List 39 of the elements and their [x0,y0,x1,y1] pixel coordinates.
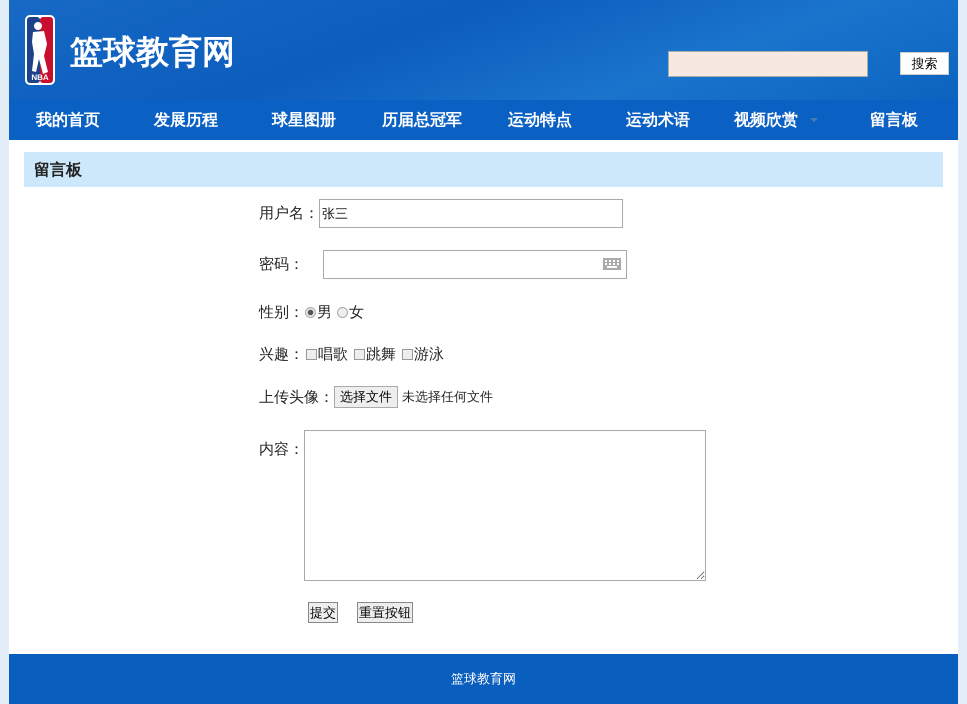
radio-button[interactable] [337,306,348,318]
search-field[interactable] [668,51,868,77]
checkbox[interactable] [354,348,365,360]
username-label: 用户名： [259,204,319,223]
content-label: 内容： [259,440,304,459]
radio-button[interactable] [305,306,316,318]
checkbox[interactable] [306,348,317,360]
footer-text: 篮球教育网 [451,670,516,688]
logo-icon: NBA [24,14,56,86]
password-label: 密码： [259,254,305,274]
nav-link[interactable]: 我的首页 [9,110,127,130]
nav-link[interactable]: 历届总冠军 [363,110,481,130]
form-button[interactable]: 提交 [308,602,338,623]
avatar-label: 上传头像： [259,388,334,406]
nav-link[interactable]: 运动术语 [599,110,717,130]
caret-icon [810,118,818,122]
checkbox-label[interactable]: 跳舞 [366,344,396,364]
keyboard-icon [603,258,621,270]
checkbox[interactable] [402,348,413,360]
hobby-label: 兴趣： [259,344,304,364]
radio-label[interactable]: 男 [317,302,332,322]
nav-link[interactable]: 球星图册 [245,110,363,130]
content-field[interactable] [304,430,706,581]
checkbox-label[interactable]: 唱歌 [318,344,348,364]
nav-link[interactable]: 视频欣赏 [717,110,835,130]
form-button[interactable]: 重置按钮 [357,602,413,623]
site-title: 篮球教育网 [70,31,235,73]
nav-link[interactable]: 留言板 [835,110,953,130]
file-status: 未选择任何文件 [402,389,493,406]
password-field[interactable] [323,250,627,278]
checkbox-label[interactable]: 游泳 [414,344,444,364]
section-title: 留言板 [24,152,943,187]
radio-label[interactable]: 女 [349,302,364,322]
search-button[interactable]: 搜索 [900,52,949,75]
nav-link[interactable]: 发展历程 [127,110,245,130]
choose-file-button[interactable]: 选择文件 [334,386,398,408]
username-field[interactable]: 张三 [319,199,623,228]
gender-label: 性别： [259,302,304,322]
nav-link[interactable]: 运动特点 [481,110,599,130]
